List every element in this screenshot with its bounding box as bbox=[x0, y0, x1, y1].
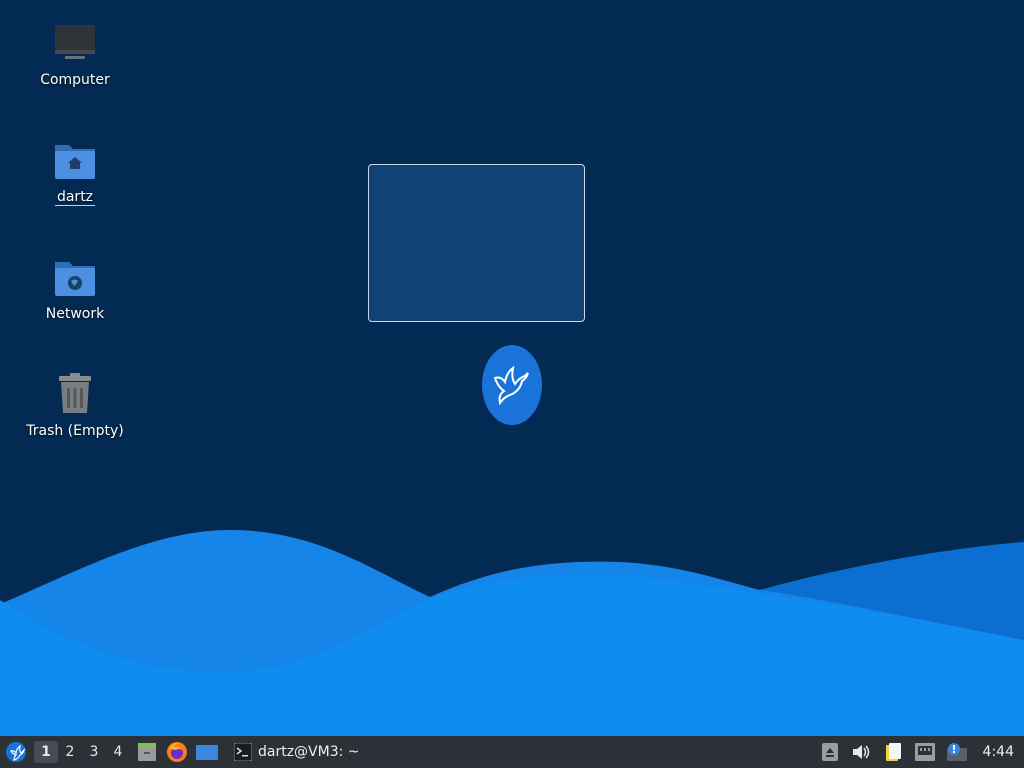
update-notifier-icon bbox=[946, 743, 967, 761]
desktop-icon-trash[interactable]: Trash (Empty) bbox=[20, 371, 130, 439]
network-button[interactable] bbox=[913, 736, 937, 768]
desktop-icon-home[interactable]: dartz bbox=[20, 137, 130, 206]
desktop-icon-label: dartz bbox=[54, 189, 96, 206]
file-manager-icon bbox=[138, 743, 156, 761]
show-desktop-button[interactable] bbox=[192, 736, 222, 768]
volume-button[interactable] bbox=[849, 736, 873, 768]
desktop-icon-label: Computer bbox=[40, 72, 110, 88]
computer-icon bbox=[55, 25, 95, 59]
workspace-2[interactable]: 2 bbox=[58, 741, 82, 763]
show-desktop-icon bbox=[196, 745, 218, 760]
update-notifier-button[interactable] bbox=[945, 736, 969, 768]
home-folder-icon bbox=[55, 145, 95, 179]
desktop-icon-network[interactable]: Network bbox=[20, 254, 130, 322]
terminal-icon bbox=[234, 743, 252, 761]
workspace-4[interactable]: 4 bbox=[106, 741, 130, 763]
eject-button[interactable] bbox=[819, 736, 841, 768]
taskbar: 1 2 3 4 dartz@VM3: ~ 4:44 bbox=[0, 736, 1024, 768]
firefox-icon bbox=[167, 742, 187, 762]
firefox-launcher[interactable] bbox=[162, 736, 192, 768]
network-folder-icon bbox=[55, 262, 95, 296]
distro-logo-icon bbox=[482, 345, 542, 425]
system-tray: 4:44 bbox=[819, 736, 1024, 768]
workspace-1[interactable]: 1 bbox=[34, 741, 58, 763]
trash-icon bbox=[59, 373, 91, 413]
workspace-3[interactable]: 3 bbox=[82, 741, 106, 763]
eject-icon bbox=[821, 743, 838, 761]
whisker-menu-button[interactable] bbox=[0, 736, 32, 768]
task-label: dartz@VM3: ~ bbox=[258, 744, 360, 760]
selection-rectangle bbox=[368, 164, 585, 322]
clock[interactable]: 4:44 bbox=[977, 744, 1020, 760]
volume-icon bbox=[852, 745, 869, 759]
desktop-icon-label: Trash (Empty) bbox=[26, 423, 124, 439]
file-manager-launcher[interactable] bbox=[132, 736, 162, 768]
taskbar-task-terminal[interactable]: dartz@VM3: ~ bbox=[226, 738, 368, 766]
whisker-menu-icon bbox=[6, 742, 26, 762]
clipboard-icon bbox=[885, 743, 901, 761]
network-wired-icon bbox=[914, 743, 935, 761]
clipboard-button[interactable] bbox=[881, 736, 905, 768]
desktop-icon-computer[interactable]: Computer bbox=[20, 20, 130, 88]
desktop-icon-label: Network bbox=[45, 306, 105, 322]
